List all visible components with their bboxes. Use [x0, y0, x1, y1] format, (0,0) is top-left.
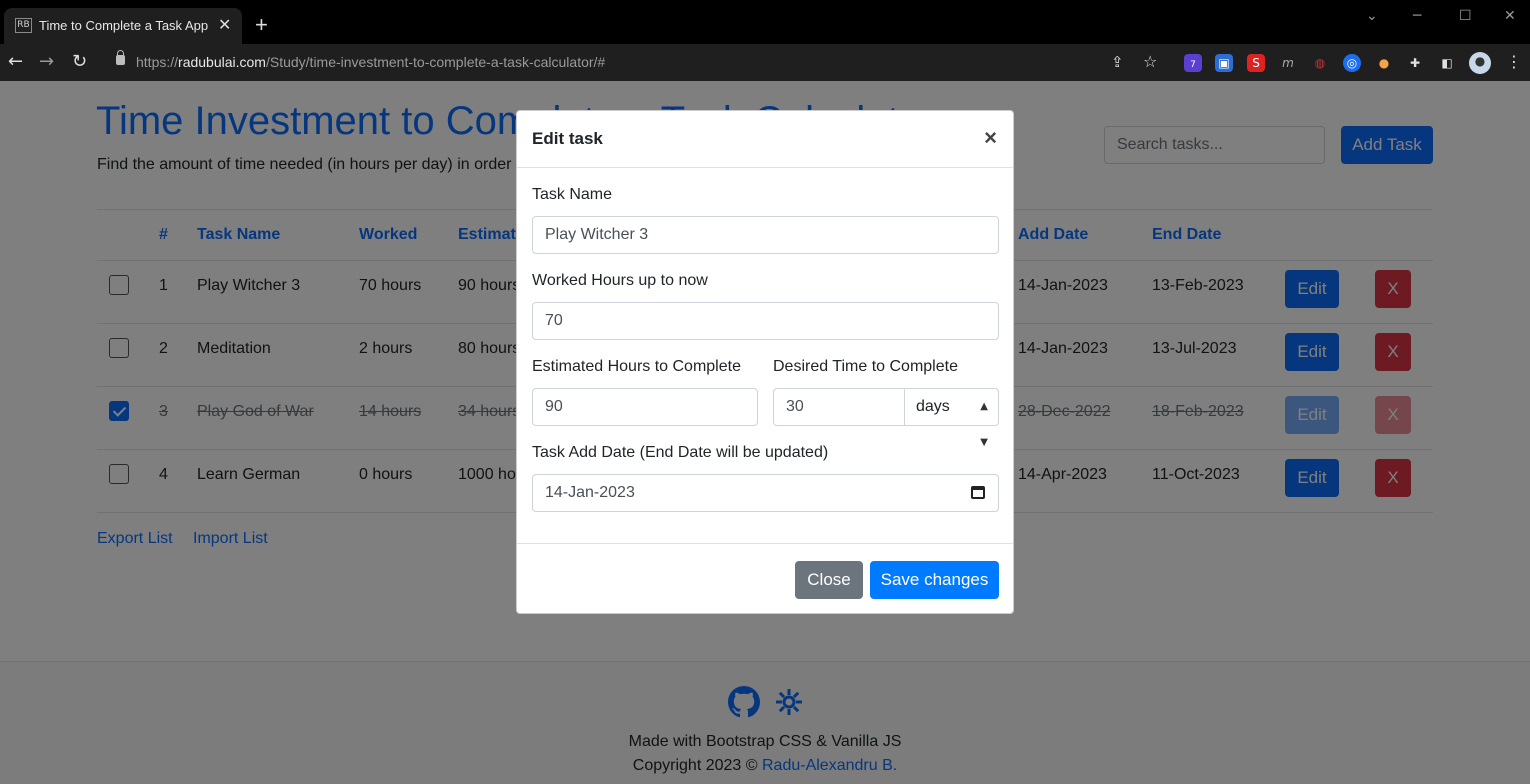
worked-hours-label: Worked Hours up to now — [532, 272, 708, 289]
add-date-label: Task Add Date (End Date will be updated) — [532, 444, 829, 461]
tab-search-chevron-icon[interactable]: ⌄ — [1366, 8, 1378, 24]
tab-close-icon[interactable]: ✕ — [218, 15, 231, 35]
lock-icon[interactable] — [116, 50, 125, 65]
extension-icon[interactable]: ◎ — [1343, 54, 1361, 72]
url-scheme: https:// — [136, 54, 179, 70]
add-date-input[interactable]: 14-Jan-2023 — [532, 474, 999, 512]
estimated-hours-label: Estimated Hours to Complete — [532, 358, 741, 375]
puzzle-icon[interactable]: ✚ — [1406, 54, 1424, 72]
extension-icon[interactable]: ● — [1375, 54, 1393, 72]
desired-time-unit-select[interactable]: days ▲ ▼ — [904, 388, 999, 448]
extension-icon[interactable]: ▣ — [1215, 54, 1233, 72]
url-field[interactable]: https://radubulai.com/Study/time-investm… — [136, 54, 605, 70]
site-favicon-icon: RB — [15, 18, 32, 33]
profile-avatar[interactable]: ● — [1469, 52, 1491, 74]
desired-time-unit-value: days — [916, 398, 950, 415]
edit-task-modal: Edit task × Task Name Play Witcher 3 Wor… — [516, 110, 1014, 614]
maximize-icon[interactable]: ☐ — [1459, 8, 1472, 24]
browser-tab[interactable]: RB Time to Complete a Task App ✕ — [4, 8, 242, 44]
extension-icon[interactable]: S — [1247, 54, 1265, 72]
modal-close-icon[interactable]: × — [984, 125, 997, 151]
modal-title: Edit task — [532, 129, 603, 148]
url-host: radubulai.com — [178, 54, 266, 70]
tab-title: Time to Complete a Task App — [39, 18, 209, 33]
menu-kebab-icon[interactable]: ⋮ — [1506, 52, 1522, 71]
add-date-value: 14-Jan-2023 — [545, 484, 635, 501]
task-name-input[interactable]: Play Witcher 3 — [532, 216, 999, 254]
worked-hours-input[interactable]: 70 — [532, 302, 999, 340]
back-icon[interactable]: ← — [8, 51, 23, 72]
desired-time-label: Desired Time to Complete — [773, 358, 958, 375]
reload-icon[interactable]: ↻ — [72, 51, 87, 72]
close-button[interactable]: Close — [795, 561, 863, 599]
desired-time-input[interactable]: 30 — [773, 388, 905, 426]
save-changes-button[interactable]: Save changes — [870, 561, 999, 599]
new-tab-button[interactable]: + — [255, 14, 268, 36]
modal-header: Edit task × — [517, 111, 1013, 168]
bookmark-star-icon[interactable]: ☆ — [1143, 52, 1157, 71]
minimize-icon[interactable]: ─ — [1413, 8, 1421, 24]
window-close-icon[interactable]: ✕ — [1504, 8, 1516, 24]
modal-footer: Close Save changes — [517, 543, 1013, 614]
extension-icon[interactable]: ◍ — [1311, 54, 1329, 72]
browser-tab-bar: RB Time to Complete a Task App ✕ + ⌄ ─ ☐… — [0, 0, 1530, 44]
extension-badge: 7 — [1190, 60, 1196, 70]
address-toolbar: ← → ↻ https://radubulai.com/Study/time-i… — [0, 44, 1530, 81]
estimated-hours-input[interactable]: 90 — [532, 388, 758, 426]
select-arrows-icon: ▲ ▼ — [980, 401, 988, 448]
extension-icon[interactable]: 7 — [1184, 54, 1202, 72]
calendar-icon[interactable] — [971, 486, 985, 499]
extension-icon[interactable]: m — [1279, 54, 1297, 72]
task-name-label: Task Name — [532, 186, 613, 203]
url-path: /Study/time-investment-to-complete-a-tas… — [265, 54, 606, 70]
share-icon[interactable]: ⇪ — [1111, 53, 1124, 71]
forward-icon[interactable]: → — [39, 51, 54, 72]
side-panel-icon[interactable]: ◧ — [1438, 54, 1456, 72]
